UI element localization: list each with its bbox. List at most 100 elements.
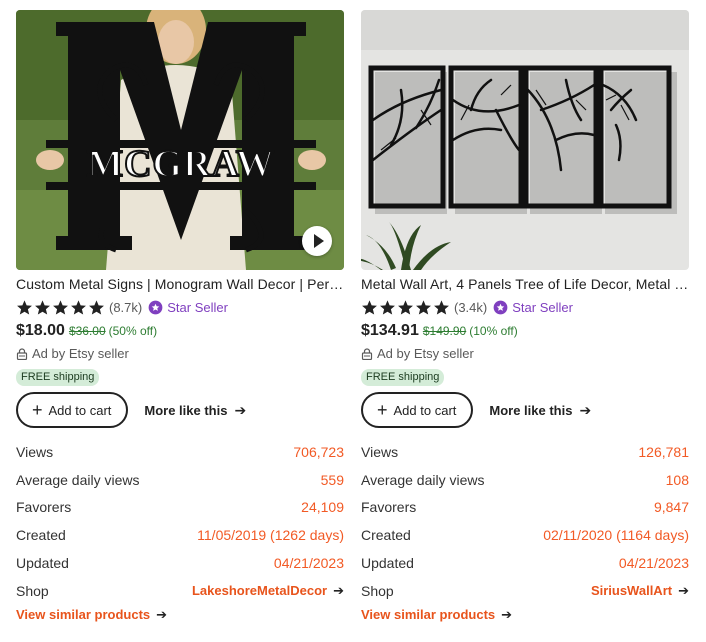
free-shipping-badge: FREE shipping	[361, 369, 445, 386]
stat-label: Updated	[361, 555, 414, 572]
stat-row-updated: Updated 04/21/2023	[361, 549, 689, 577]
stat-label: Created	[361, 527, 411, 544]
listing-title[interactable]: Custom Metal Signs | Monogram Wall Decor…	[16, 276, 344, 293]
arrow-right-icon: ➔	[333, 582, 344, 598]
view-similar-label: View similar products	[16, 607, 151, 623]
arrow-right-icon: ➔	[579, 401, 592, 418]
arrow-right-icon: ➔	[234, 401, 247, 418]
stat-value: 706,723	[293, 443, 344, 460]
shop-link[interactable]: SiriusWallArt ➔	[591, 583, 689, 599]
star-icon	[398, 299, 413, 315]
stat-row-created: Created 11/05/2019 (1262 days)	[16, 521, 344, 549]
stat-row-shop: Shop SiriusWallArt ➔	[361, 577, 689, 605]
more-like-this-link[interactable]: More like this ➔	[144, 402, 246, 419]
stat-value: 24,109	[301, 499, 344, 516]
arrow-right-icon: ➔	[501, 606, 513, 622]
more-like-this-link[interactable]: More like this ➔	[489, 402, 591, 419]
shop-link[interactable]: LakeshoreMetalDecor ➔	[192, 583, 344, 599]
price-row: $18.00 $36.00 (50% off)	[16, 322, 344, 340]
ad-lock-icon	[16, 347, 28, 360]
sale-price: $18.00	[16, 322, 65, 339]
ad-lock-icon	[361, 347, 373, 360]
listing-card: Metal Wall Art, 4 Panels Tree of Life De…	[361, 10, 689, 623]
plus-icon: +	[377, 400, 388, 420]
view-similar-label: View similar products	[361, 607, 496, 623]
stat-value: 9,847	[653, 499, 689, 516]
stat-label: Favorers	[16, 499, 72, 516]
star-icon	[53, 299, 68, 315]
stat-row-shop: Shop LakeshoreMetalDecor ➔	[16, 577, 344, 605]
star-seller-label: Star Seller	[512, 299, 573, 315]
stat-row-average-daily-views: Average daily views 108	[361, 466, 689, 494]
star-seller-badge: Star Seller	[148, 300, 228, 315]
shop-name: SiriusWallArt	[590, 583, 673, 599]
stat-value: 559	[320, 471, 344, 488]
star-icon	[380, 299, 395, 315]
stat-label: Views	[361, 443, 399, 460]
rating-row: (3.4k) Star Seller	[361, 298, 689, 316]
sale-price: $134.91	[361, 322, 419, 339]
more-like-this-label: More like this	[489, 402, 573, 418]
discount-percent: (10% off)	[469, 324, 518, 338]
stat-value: 04/21/2023	[273, 555, 344, 572]
monogram-sign-photo: MCGRAW	[16, 10, 344, 270]
listing-stats: Views 126,781 Average daily views 108 Favo…	[361, 438, 689, 605]
star-icon	[434, 299, 449, 315]
add-to-cart-label: Add to cart	[48, 402, 112, 418]
original-price: $36.00	[68, 324, 106, 338]
star-icon	[17, 299, 32, 315]
stat-label: Shop	[361, 582, 394, 599]
free-shipping-badge: FREE shipping	[16, 369, 100, 386]
listing-card: MCGRAW Custom Metal Signs | Monogram Wal…	[16, 10, 344, 623]
play-video-icon[interactable]	[302, 226, 332, 256]
listing-image[interactable]: MCGRAW	[16, 10, 344, 270]
stat-value: 126,781	[638, 443, 689, 460]
stat-row-average-daily-views: Average daily views 559	[16, 466, 344, 494]
view-similar-products-link[interactable]: View similar products ➔	[16, 607, 344, 623]
star-rating	[16, 299, 105, 316]
star-icon	[416, 299, 431, 315]
shop-name: LakeshoreMetalDecor	[191, 583, 328, 599]
star-seller-label: Star Seller	[167, 299, 228, 315]
star-seller-icon	[148, 300, 163, 314]
arrow-right-icon: ➔	[678, 582, 689, 598]
stat-value: 11/05/2019 (1262 days)	[197, 527, 344, 544]
stat-label: Created	[16, 527, 66, 544]
stat-label: Shop	[16, 582, 49, 599]
more-like-this-label: More like this	[144, 402, 228, 418]
view-similar-products-link[interactable]: View similar products ➔	[361, 607, 689, 623]
original-price: $149.90	[422, 324, 467, 338]
stat-row-favorers: Favorers 24,109	[16, 494, 344, 522]
stat-row-created: Created 02/11/2020 (1164 days)	[361, 521, 689, 549]
star-icon	[35, 299, 50, 315]
ad-label: Ad by Etsy seller	[377, 346, 474, 361]
stat-label: Views	[16, 443, 54, 460]
discount-percent: (50% off)	[108, 324, 158, 338]
listing-image[interactable]	[361, 10, 689, 270]
review-count: (3.4k)	[454, 299, 488, 315]
add-to-cart-button[interactable]: + Add to cart	[16, 392, 129, 428]
ad-label: Ad by Etsy seller	[32, 346, 129, 361]
actions-row: + Add to cart More like this ➔	[16, 392, 344, 428]
price-row: $134.91 $149.90 (10% off)	[361, 322, 689, 340]
rating-row: (8.7k) Star Seller	[16, 298, 344, 316]
stat-label: Updated	[16, 555, 69, 572]
stat-row-favorers: Favorers 9,847	[361, 494, 689, 522]
stat-value: 02/11/2020 (1164 days)	[543, 527, 689, 544]
stat-label: Average daily views	[16, 471, 140, 488]
monogram-text: MCGRAW	[87, 143, 275, 185]
tree-panels-photo	[361, 10, 689, 270]
ad-label-row: Ad by Etsy seller	[16, 346, 344, 361]
arrow-right-icon: ➔	[156, 606, 168, 622]
listing-title[interactable]: Metal Wall Art, 4 Panels Tree of Life De…	[361, 276, 689, 293]
star-seller-icon	[493, 300, 508, 314]
add-to-cart-button[interactable]: + Add to cart	[361, 392, 474, 428]
star-seller-badge: Star Seller	[493, 300, 573, 315]
stat-row-views: Views 126,781	[361, 438, 689, 466]
add-to-cart-label: Add to cart	[393, 402, 457, 418]
stat-row-views: Views 706,723	[16, 438, 344, 466]
plus-icon: +	[32, 400, 43, 420]
star-rating	[361, 299, 450, 316]
actions-row: + Add to cart More like this ➔	[361, 392, 689, 428]
star-icon	[362, 299, 377, 315]
